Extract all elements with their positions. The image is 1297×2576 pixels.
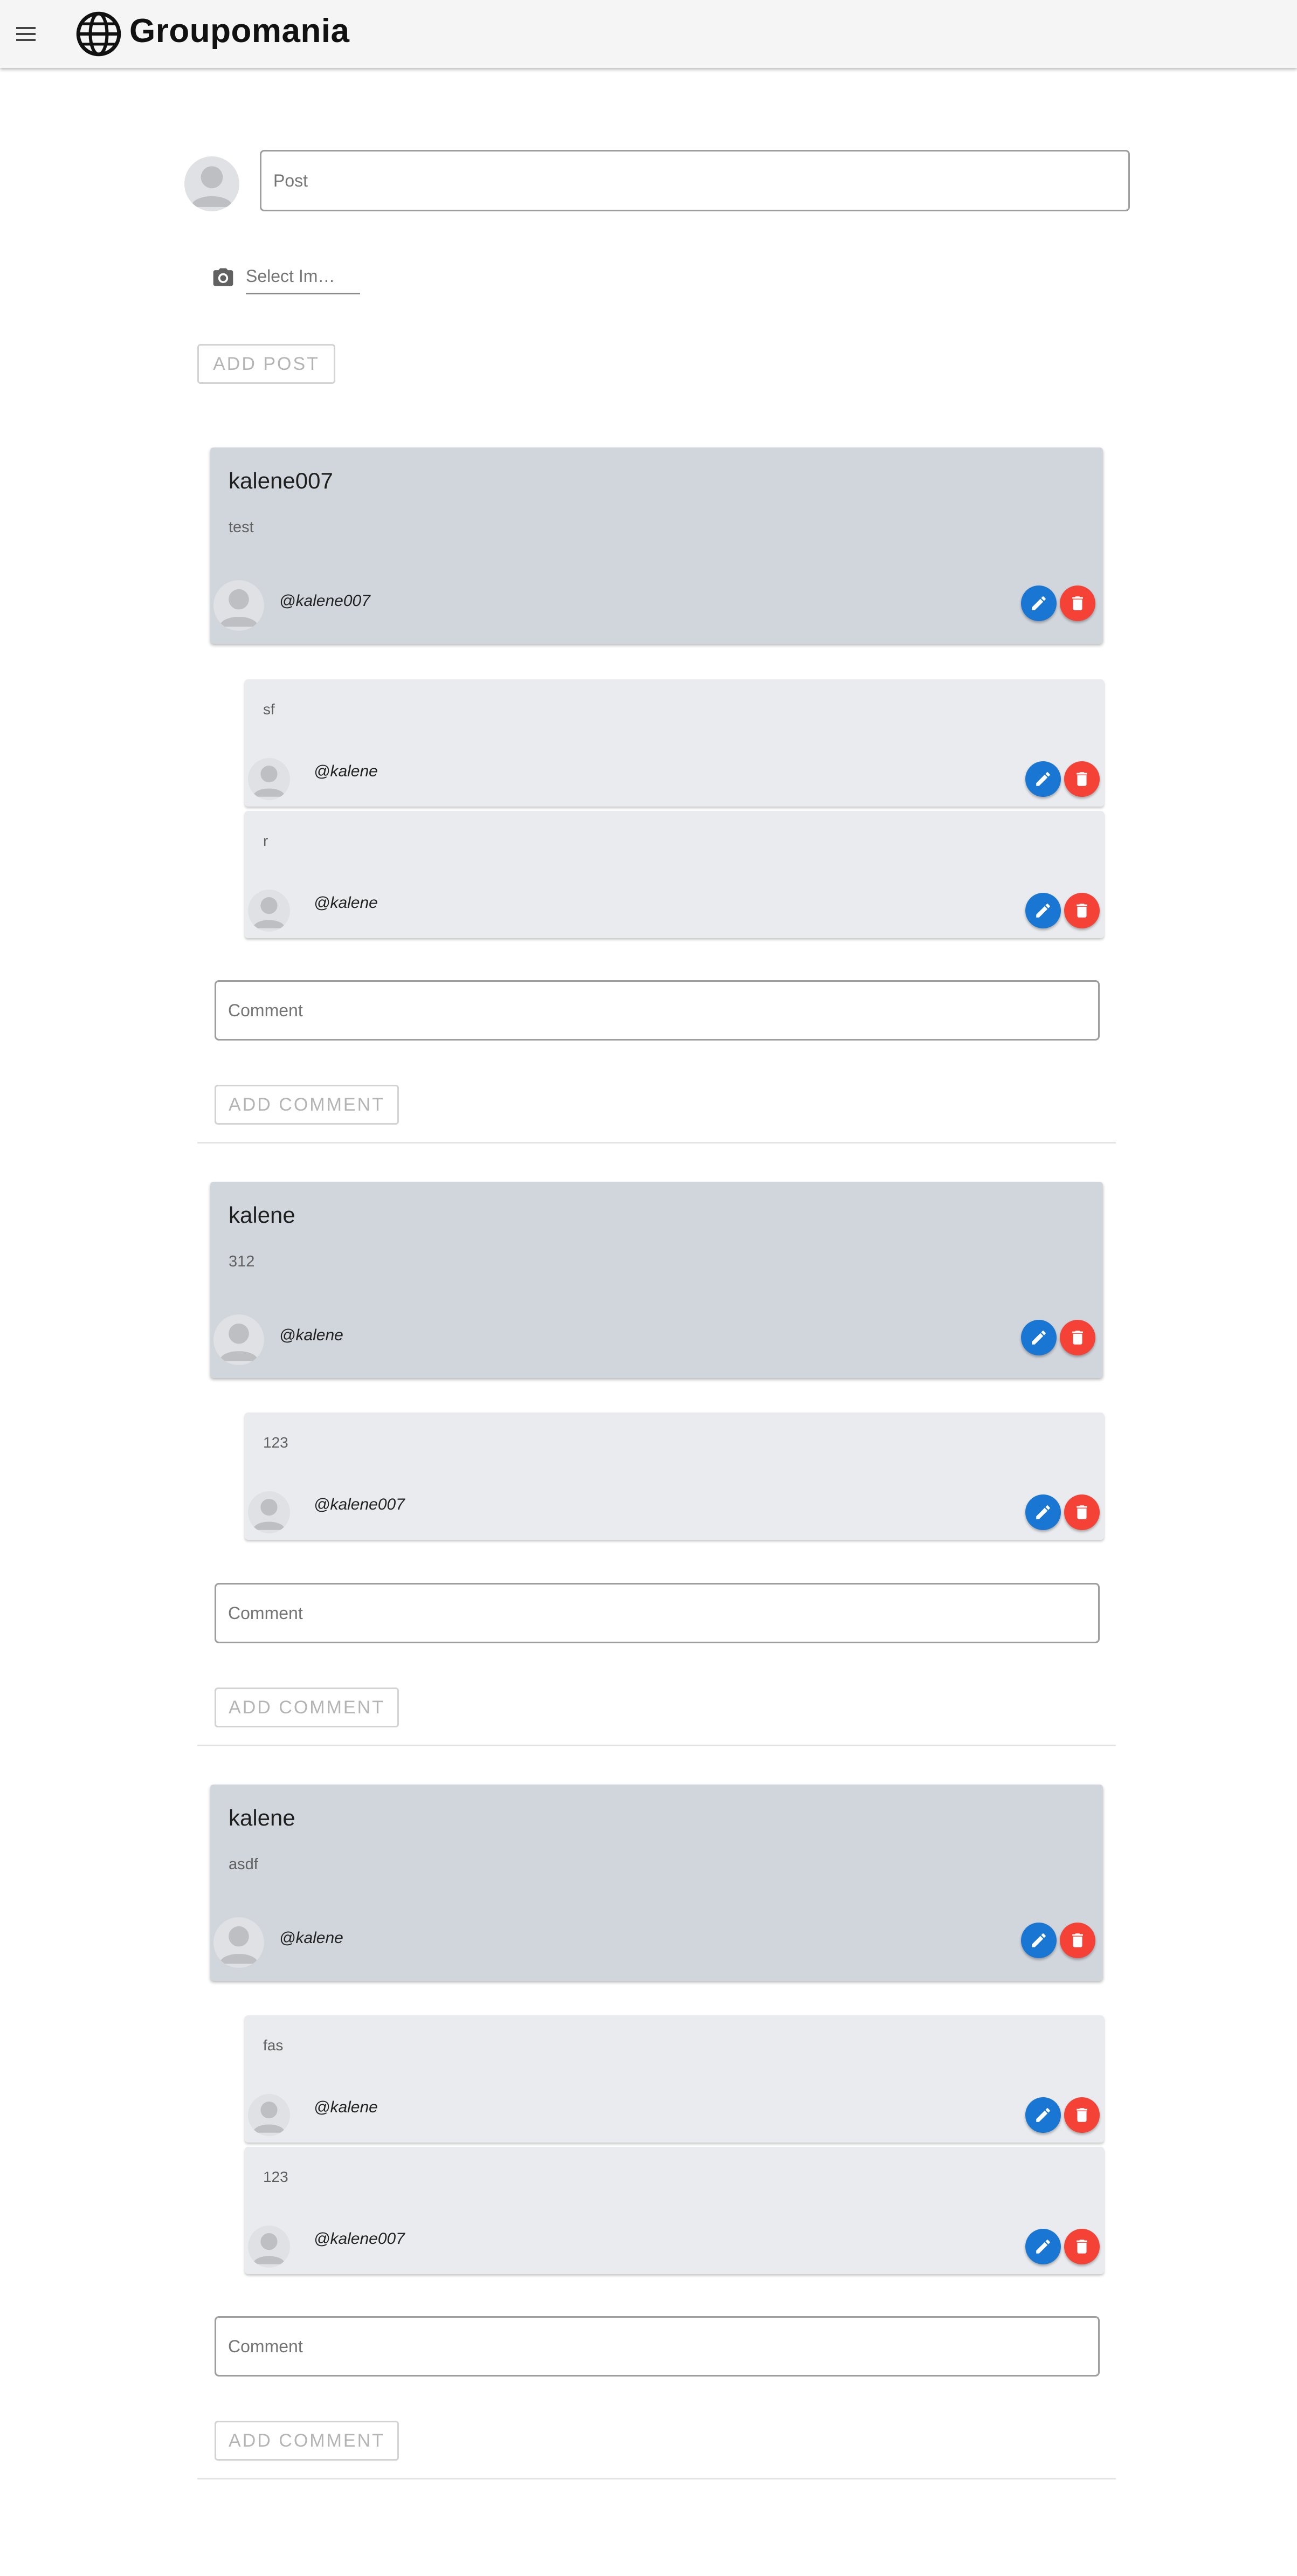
avatar — [248, 890, 290, 932]
comment-card: 123 @kalene007 — [245, 1413, 1104, 1540]
trash-icon — [1077, 2108, 1087, 2122]
avatar — [184, 156, 239, 211]
edit-post-button[interactable] — [1021, 586, 1057, 621]
menu-icon[interactable] — [16, 23, 43, 45]
post-input[interactable]: Post — [260, 150, 1130, 211]
delete-post-button[interactable] — [1060, 1923, 1095, 1958]
post-title: kalene007 — [229, 468, 333, 493]
edit-comment-button[interactable] — [1025, 1494, 1061, 1530]
add-comment-button[interactable]: ADD COMMENT — [215, 1085, 399, 1125]
delete-comment-button[interactable] — [1064, 2097, 1100, 2133]
delete-comment-button[interactable] — [1064, 761, 1100, 797]
comment-author: @kalene — [314, 762, 378, 780]
comment-author: @kalene007 — [314, 1496, 405, 1513]
person-icon — [219, 589, 258, 627]
comment-card: fas @kalene — [245, 2015, 1104, 2143]
edit-comment-button[interactable] — [1025, 893, 1061, 928]
edit-comment-button[interactable] — [1025, 2229, 1061, 2264]
post-author: @kalene — [279, 1929, 343, 1947]
camera-icon[interactable] — [211, 265, 235, 289]
person-icon — [219, 1926, 258, 1964]
comment-author: @kalene — [314, 2098, 378, 2116]
add-comment-button[interactable]: ADD COMMENT — [215, 1688, 399, 1727]
avatar — [248, 758, 290, 800]
delete-post-button[interactable] — [1060, 586, 1095, 621]
globe-icon — [76, 11, 121, 57]
post-card: kalene asdf @kalene — [210, 1785, 1103, 1981]
comment-card: sf @kalene — [245, 679, 1104, 807]
pencil-icon — [1032, 596, 1046, 610]
person-icon — [253, 897, 285, 928]
comment-body: fas — [263, 2037, 284, 2054]
trash-icon — [1072, 1331, 1083, 1345]
app-bar: Groupomania — [0, 0, 1297, 68]
comment-input[interactable]: Comment — [215, 1583, 1100, 1643]
post-author: @kalene007 — [279, 592, 370, 610]
comment-body: 123 — [263, 1434, 288, 1451]
comment-body: r — [263, 832, 268, 849]
avatar — [248, 2226, 290, 2268]
trash-icon — [1077, 1505, 1087, 1519]
divider — [197, 2478, 1116, 2479]
trash-icon — [1077, 904, 1087, 918]
post-body: 312 — [229, 1253, 255, 1270]
post-title: kalene — [229, 1805, 295, 1830]
add-post-button[interactable]: ADD POST — [197, 344, 335, 384]
pencil-icon — [1032, 1331, 1046, 1345]
post-title: kalene — [229, 1202, 295, 1228]
comment-input[interactable]: Comment — [215, 2316, 1100, 2377]
add-comment-button[interactable]: ADD COMMENT — [215, 2421, 399, 2461]
comment-body: 123 — [263, 2168, 288, 2185]
person-icon — [253, 766, 285, 797]
post-body: asdf — [229, 1856, 258, 1873]
pencil-icon — [1036, 772, 1050, 786]
pencil-icon — [1036, 2108, 1050, 2122]
post-card: kalene 312 @kalene — [210, 1182, 1103, 1378]
edit-comment-button[interactable] — [1025, 2097, 1061, 2133]
delete-comment-button[interactable] — [1064, 893, 1100, 928]
pencil-icon — [1036, 2240, 1050, 2254]
person-icon — [253, 2102, 285, 2133]
pencil-icon — [1032, 1933, 1046, 1947]
person-icon — [253, 1499, 285, 1530]
edit-post-button[interactable] — [1021, 1320, 1057, 1355]
post-author: @kalene — [279, 1326, 343, 1344]
trash-icon — [1072, 596, 1083, 610]
person-icon — [219, 1323, 258, 1361]
pencil-icon — [1036, 904, 1050, 918]
select-image-field[interactable]: Select Im… — [246, 264, 360, 294]
avatar — [248, 1491, 290, 1533]
trash-icon — [1077, 772, 1087, 786]
avatar — [213, 1917, 264, 1968]
delete-comment-button[interactable] — [1064, 2229, 1100, 2264]
comment-body: sf — [263, 701, 275, 718]
edit-post-button[interactable] — [1021, 1923, 1057, 1958]
divider — [197, 1745, 1116, 1746]
comment-card: r @kalene — [245, 811, 1104, 938]
avatar — [213, 1314, 264, 1365]
comment-input[interactable]: Comment — [215, 980, 1100, 1041]
edit-comment-button[interactable] — [1025, 761, 1061, 797]
trash-icon — [1072, 1933, 1083, 1947]
person-icon — [191, 166, 233, 207]
comment-author: @kalene007 — [314, 2230, 405, 2248]
avatar — [248, 2094, 290, 2136]
avatar — [213, 580, 264, 631]
trash-icon — [1077, 2240, 1087, 2254]
person-icon — [253, 2233, 285, 2264]
comment-author: @kalene — [314, 894, 378, 912]
post-body: test — [229, 519, 254, 536]
delete-comment-button[interactable] — [1064, 1494, 1100, 1530]
divider — [197, 1142, 1116, 1144]
pencil-icon — [1036, 1505, 1050, 1519]
app-title: Groupomania — [129, 12, 350, 50]
delete-post-button[interactable] — [1060, 1320, 1095, 1355]
post-card: kalene007 test @kalene007 — [210, 447, 1103, 644]
comment-card: 123 @kalene007 — [245, 2147, 1104, 2274]
